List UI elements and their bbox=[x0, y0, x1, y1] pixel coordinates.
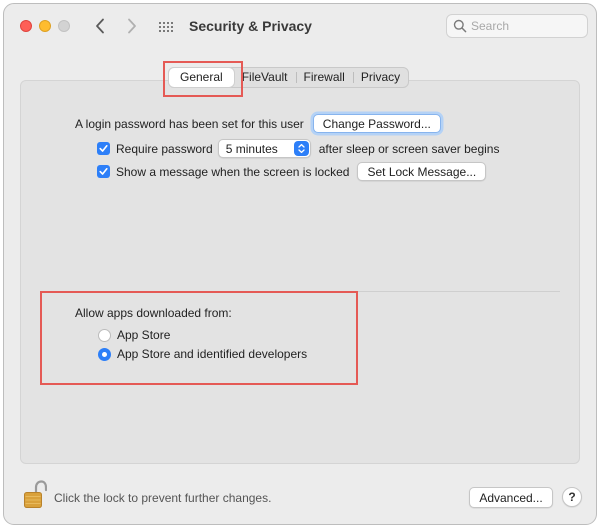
search-field[interactable] bbox=[446, 14, 588, 38]
title-bar: Security & Privacy bbox=[4, 4, 596, 50]
tab-firewall[interactable]: Firewall bbox=[295, 68, 353, 87]
login-password-text: A login password has been set for this u… bbox=[75, 116, 304, 131]
show-message-row: Show a message when the screen is locked… bbox=[97, 162, 487, 181]
back-button[interactable] bbox=[89, 14, 111, 38]
updown-chevron-icon bbox=[293, 141, 309, 156]
zoom-button[interactable] bbox=[58, 20, 70, 32]
chevron-right-icon bbox=[128, 18, 136, 34]
search-icon bbox=[453, 19, 467, 33]
unlocked-padlock-icon[interactable] bbox=[23, 480, 48, 513]
tab-privacy[interactable]: Privacy bbox=[352, 68, 408, 87]
password-delay-value: 5 minutes bbox=[225, 141, 278, 156]
help-button[interactable]: ? bbox=[562, 487, 582, 507]
show-message-checkbox[interactable] bbox=[97, 165, 110, 178]
lock-status-text: Click the lock to prevent further change… bbox=[54, 491, 272, 505]
require-password-row: Require password 5 minutes after sleep o… bbox=[97, 139, 499, 158]
advanced-button[interactable]: Advanced... bbox=[469, 487, 553, 508]
forward-button[interactable] bbox=[121, 14, 143, 38]
content-panel bbox=[20, 80, 580, 464]
allow-apps-highlight bbox=[40, 291, 358, 385]
search-input[interactable] bbox=[471, 18, 581, 34]
checkmark-icon bbox=[99, 145, 108, 152]
change-password-button[interactable]: Change Password... bbox=[312, 114, 441, 133]
close-button[interactable] bbox=[20, 20, 32, 32]
minimize-button[interactable] bbox=[39, 20, 51, 32]
password-delay-select[interactable]: 5 minutes bbox=[217, 139, 311, 158]
chevron-left-icon bbox=[96, 18, 104, 34]
checkmark-icon bbox=[99, 168, 108, 175]
require-password-label: Require password bbox=[116, 141, 213, 156]
login-password-row: A login password has been set for this u… bbox=[75, 114, 441, 133]
require-password-checkbox[interactable] bbox=[97, 142, 110, 155]
set-lock-message-button[interactable]: Set Lock Message... bbox=[357, 162, 487, 181]
window-title: Security & Privacy bbox=[189, 18, 312, 34]
general-tab-highlight bbox=[163, 61, 243, 97]
show-all-grid-icon[interactable] bbox=[158, 19, 174, 35]
show-message-label: Show a message when the screen is locked bbox=[116, 164, 350, 179]
require-password-suffix: after sleep or screen saver begins bbox=[318, 141, 500, 156]
